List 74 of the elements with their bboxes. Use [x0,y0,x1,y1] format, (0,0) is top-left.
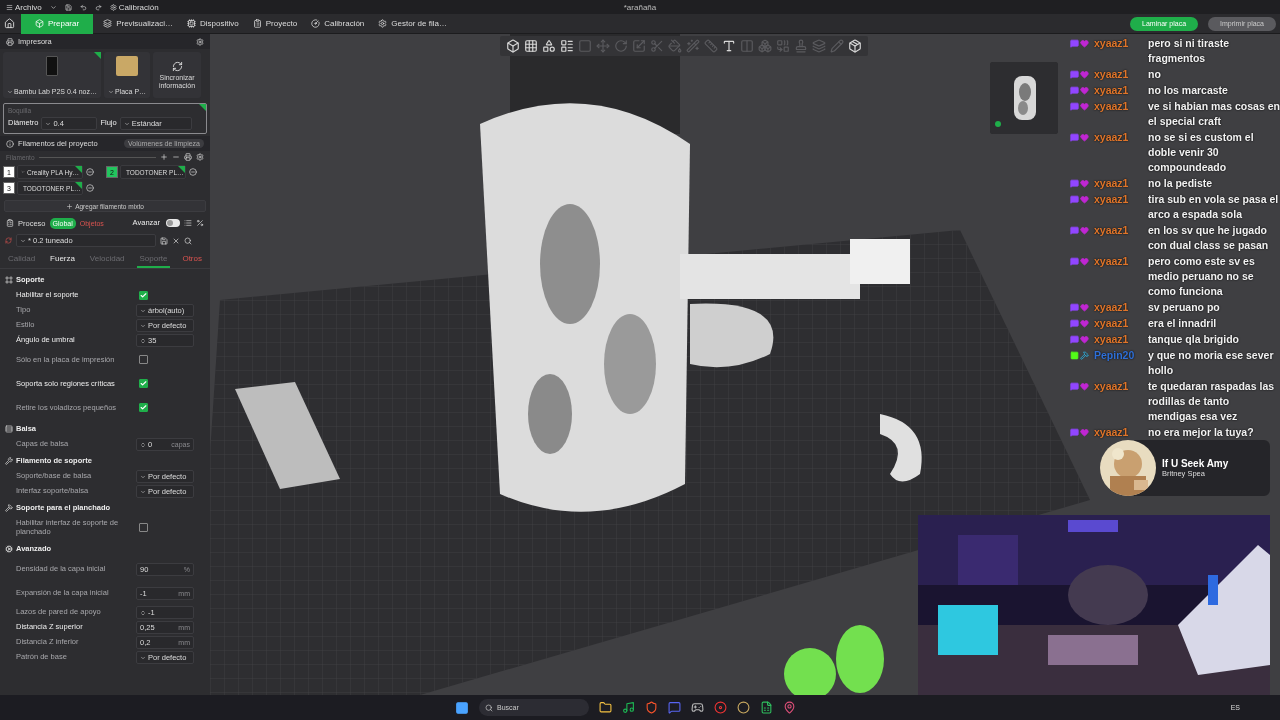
home-icon[interactable] [4,18,15,29]
layers-icon [103,19,113,28]
settings-icon[interactable] [196,153,204,161]
spreadsheet-icon[interactable] [760,701,773,714]
settings-tab[interactable]: Otros [180,252,204,268]
remove-icon[interactable] [172,153,180,161]
chevron-icon [7,88,14,95]
plate-icon [116,56,138,76]
checkbox[interactable] [139,403,148,412]
search-icon[interactable] [184,236,192,245]
pin-icon[interactable] [783,701,796,714]
tab[interactable]: Proyecto [248,13,302,34]
chip-icon [187,19,197,28]
stepper-icon[interactable] [140,609,146,616]
undo-icon[interactable] [79,3,87,11]
wrench-icon [5,456,13,465]
tab[interactable]: Calibración [307,13,369,34]
redo-icon[interactable] [94,3,102,11]
printer-icon[interactable] [184,153,192,161]
search-icon [485,703,493,712]
chevron-icon [140,307,146,314]
cube-icon [35,19,44,28]
chat-icon[interactable] [668,701,681,714]
advanced-switch[interactable] [166,219,180,227]
tab[interactable]: Previsualizaci… [99,13,178,34]
printer-icon [46,56,58,76]
shield-icon[interactable] [645,701,658,714]
clipboard-icon [252,19,262,28]
chevron-icon [140,473,146,480]
folder-icon[interactable] [599,701,612,714]
gamepad-icon[interactable] [691,701,704,714]
checkbox[interactable] [139,290,148,300]
list-icon[interactable] [184,219,192,227]
gear-icon [109,3,117,11]
add-icon[interactable] [160,153,168,161]
cog-icon [5,544,13,553]
chevron-icon [140,654,146,661]
hammer-icon [5,503,13,512]
remove-icon[interactable] [189,168,197,176]
chevron-icon [45,120,52,127]
menu-button[interactable]: Archivo [6,2,42,12]
checkbox[interactable] [139,379,148,388]
remove-icon[interactable] [86,168,94,176]
chevron-icon[interactable] [49,3,57,11]
remove-icon[interactable] [86,184,94,192]
chevron-icon [123,120,130,127]
checkbox[interactable] [139,354,148,364]
chevron-icon [20,237,26,244]
tab[interactable]: Gestor de fila… [374,13,451,34]
tab[interactable]: Dispositivo [183,13,243,34]
checkbox[interactable] [139,522,148,532]
gauge-icon [311,19,321,28]
chevron-icon [140,322,146,329]
clipboard-icon [6,219,14,227]
printer-icon [6,37,14,46]
stepper-icon[interactable] [140,441,146,448]
stepper-icon[interactable] [140,337,146,344]
plus-icon [66,202,74,210]
info-icon [6,139,14,148]
disc-icon[interactable] [714,701,727,714]
chevron-icon [107,88,114,95]
settings-icon[interactable] [196,37,204,46]
menu-icon [6,3,13,11]
start-icon[interactable] [455,700,469,715]
chevron-icon [140,488,146,495]
close-icon[interactable] [172,236,180,245]
circle-icon[interactable] [737,701,750,714]
percent-icon[interactable] [196,219,204,227]
window-title: *arañaña [623,2,657,12]
calibration-button[interactable]: Calibración [109,2,159,12]
music-icon[interactable] [622,701,635,714]
settings-tab[interactable]: Fuerza [48,252,77,268]
sync-icon [171,60,183,72]
gear-icon [378,19,388,28]
